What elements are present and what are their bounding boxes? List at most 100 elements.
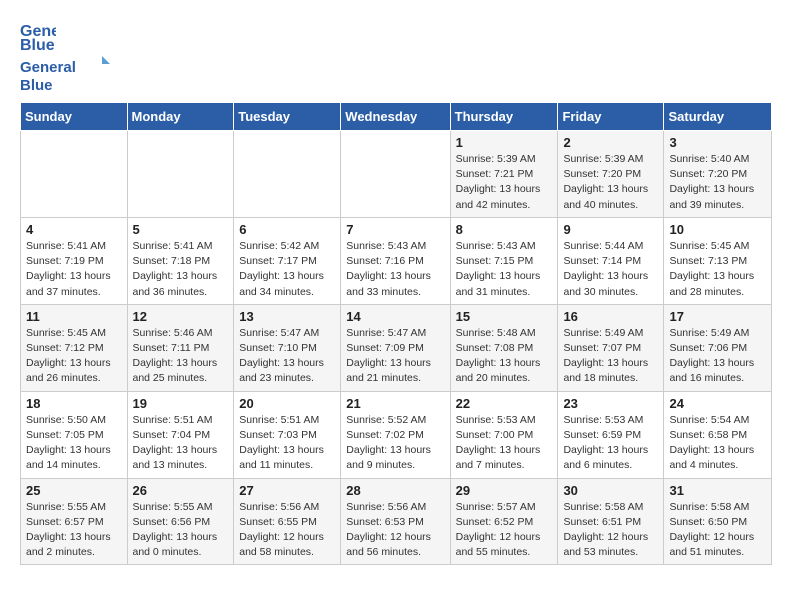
day-number: 26 (133, 483, 229, 498)
day-cell: 3 Sunrise: 5:40 AM Sunset: 7:20 PM Daylig… (664, 131, 772, 218)
col-header-tuesday: Tuesday (234, 103, 341, 131)
day-number: 6 (239, 222, 335, 237)
day-cell: 21Sunrise: 5:52 AM Sunset: 7:02 PM Dayli… (341, 391, 450, 478)
day-number: 20 (239, 396, 335, 411)
day-cell: 26 Sunrise: 5:55 AM Sunset: 6:56 PM Dayli… (127, 478, 234, 565)
day-info: Sunrise: 5:55 AM Sunset: 6:57 PM Dayligh… (26, 500, 122, 561)
day-cell: 8Sunrise: 5:43 AM Sunset: 7:15 PM Daylig… (450, 217, 558, 304)
day-cell: 31Sunrise: 5:58 AM Sunset: 6:50 PM Dayli… (664, 478, 772, 565)
day-cell: 23Sunrise: 5:53 AM Sunset: 6:59 PM Dayli… (558, 391, 664, 478)
day-info: Sunrise: 5:49 AM Sunset: 7:07 PM Dayligh… (563, 326, 658, 387)
day-number: 3 (669, 135, 766, 150)
day-info: Sunrise: 5:58 AM Sunset: 6:51 PM Dayligh… (563, 500, 658, 561)
col-header-saturday: Saturday (664, 103, 772, 131)
day-cell: 19 Sunrise: 5:51 AM Sunset: 7:04 PM Dayli… (127, 391, 234, 478)
day-number: 16 (563, 309, 658, 324)
day-number: 31 (669, 483, 766, 498)
logo: General Blue General Blue (20, 16, 110, 96)
day-info: Sunrise: 5:43 AM Sunset: 7:16 PM Dayligh… (346, 239, 444, 300)
day-info: Sunrise: 5:43 AM Sunset: 7:15 PM Dayligh… (456, 239, 553, 300)
day-info: Sunrise: 5:45 AM Sunset: 7:13 PM Dayligh… (669, 239, 766, 300)
day-number: 30 (563, 483, 658, 498)
day-number: 11 (26, 309, 122, 324)
day-cell: 28 Sunrise: 5:56 AM Sunset: 6:53 PM Dayli… (341, 478, 450, 565)
day-info: Sunrise: 5:46 AM Sunset: 7:11 PM Dayligh… (133, 326, 229, 387)
day-info: Sunrise: 5:42 AM Sunset: 7:17 PM Dayligh… (239, 239, 335, 300)
day-info: Sunrise: 5:47 AM Sunset: 7:10 PM Dayligh… (239, 326, 335, 387)
day-info: Sunrise: 5:56 AM Sunset: 6:53 PM Dayligh… (346, 500, 444, 561)
day-number: 22 (456, 396, 553, 411)
week-row-4: 18Sunrise: 5:50 AM Sunset: 7:05 PM Dayli… (21, 391, 772, 478)
day-info: Sunrise: 5:57 AM Sunset: 6:52 PM Dayligh… (456, 500, 553, 561)
day-info: Sunrise: 5:56 AM Sunset: 6:55 PM Dayligh… (239, 500, 335, 561)
day-info: Sunrise: 5:51 AM Sunset: 7:04 PM Dayligh… (133, 413, 229, 474)
day-cell: 16 Sunrise: 5:49 AM Sunset: 7:07 PM Dayli… (558, 304, 664, 391)
header-row: SundayMondayTuesdayWednesdayThursdayFrid… (21, 103, 772, 131)
day-number: 23 (563, 396, 658, 411)
day-info: Sunrise: 5:48 AM Sunset: 7:08 PM Dayligh… (456, 326, 553, 387)
svg-text:General: General (20, 59, 76, 76)
day-number: 18 (26, 396, 122, 411)
day-cell: 9 Sunrise: 5:44 AM Sunset: 7:14 PM Daylig… (558, 217, 664, 304)
day-number: 19 (133, 396, 229, 411)
week-row-3: 11 Sunrise: 5:45 AM Sunset: 7:12 PM Dayli… (21, 304, 772, 391)
day-info: Sunrise: 5:40 AM Sunset: 7:20 PM Dayligh… (669, 152, 766, 213)
day-number: 15 (456, 309, 553, 324)
day-number: 28 (346, 483, 444, 498)
day-cell: 10Sunrise: 5:45 AM Sunset: 7:13 PM Dayli… (664, 217, 772, 304)
day-cell: 6 Sunrise: 5:42 AM Sunset: 7:17 PM Daylig… (234, 217, 341, 304)
col-header-thursday: Thursday (450, 103, 558, 131)
day-number: 24 (669, 396, 766, 411)
week-row-5: 25Sunrise: 5:55 AM Sunset: 6:57 PM Dayli… (21, 478, 772, 565)
day-info: Sunrise: 5:41 AM Sunset: 7:19 PM Dayligh… (26, 239, 122, 300)
day-cell (21, 131, 128, 218)
day-number: 5 (133, 222, 229, 237)
logo-full: General Blue (20, 54, 110, 96)
day-cell (234, 131, 341, 218)
page: General Blue General Blue Sund (0, 0, 792, 575)
week-row-2: 4 Sunrise: 5:41 AM Sunset: 7:19 PM Daylig… (21, 217, 772, 304)
day-info: Sunrise: 5:55 AM Sunset: 6:56 PM Dayligh… (133, 500, 229, 561)
week-row-1: 1Sunrise: 5:39 AM Sunset: 7:21 PM Daylig… (21, 131, 772, 218)
logo-icon: General Blue (20, 16, 56, 52)
day-number: 12 (133, 309, 229, 324)
day-number: 9 (563, 222, 658, 237)
svg-text:Blue: Blue (20, 77, 53, 94)
day-cell: 14 Sunrise: 5:47 AM Sunset: 7:09 PM Dayli… (341, 304, 450, 391)
col-header-sunday: Sunday (21, 103, 128, 131)
day-cell: 22 Sunrise: 5:53 AM Sunset: 7:00 PM Dayli… (450, 391, 558, 478)
day-cell: 25Sunrise: 5:55 AM Sunset: 6:57 PM Dayli… (21, 478, 128, 565)
day-info: Sunrise: 5:47 AM Sunset: 7:09 PM Dayligh… (346, 326, 444, 387)
day-number: 13 (239, 309, 335, 324)
day-info: Sunrise: 5:54 AM Sunset: 6:58 PM Dayligh… (669, 413, 766, 474)
day-number: 4 (26, 222, 122, 237)
day-cell: 5 Sunrise: 5:41 AM Sunset: 7:18 PM Daylig… (127, 217, 234, 304)
day-cell: 27Sunrise: 5:56 AM Sunset: 6:55 PM Dayli… (234, 478, 341, 565)
day-cell: 13 Sunrise: 5:47 AM Sunset: 7:10 PM Dayli… (234, 304, 341, 391)
day-cell: 20 Sunrise: 5:51 AM Sunset: 7:03 PM Dayli… (234, 391, 341, 478)
day-cell: 2 Sunrise: 5:39 AM Sunset: 7:20 PM Daylig… (558, 131, 664, 218)
day-info: Sunrise: 5:44 AM Sunset: 7:14 PM Dayligh… (563, 239, 658, 300)
day-number: 2 (563, 135, 658, 150)
day-cell: 18Sunrise: 5:50 AM Sunset: 7:05 PM Dayli… (21, 391, 128, 478)
col-header-monday: Monday (127, 103, 234, 131)
day-cell (127, 131, 234, 218)
day-info: Sunrise: 5:49 AM Sunset: 7:06 PM Dayligh… (669, 326, 766, 387)
day-info: Sunrise: 5:41 AM Sunset: 7:18 PM Dayligh… (133, 239, 229, 300)
day-info: Sunrise: 5:53 AM Sunset: 7:00 PM Dayligh… (456, 413, 553, 474)
day-number: 14 (346, 309, 444, 324)
day-cell: 4 Sunrise: 5:41 AM Sunset: 7:19 PM Daylig… (21, 217, 128, 304)
day-cell (341, 131, 450, 218)
day-info: Sunrise: 5:39 AM Sunset: 7:21 PM Dayligh… (456, 152, 553, 213)
day-cell: 17 Sunrise: 5:49 AM Sunset: 7:06 PM Dayli… (664, 304, 772, 391)
day-info: Sunrise: 5:45 AM Sunset: 7:12 PM Dayligh… (26, 326, 122, 387)
day-number: 7 (346, 222, 444, 237)
day-number: 17 (669, 309, 766, 324)
calendar-body: 1Sunrise: 5:39 AM Sunset: 7:21 PM Daylig… (21, 131, 772, 565)
calendar-table: SundayMondayTuesdayWednesdayThursdayFrid… (20, 102, 772, 565)
calendar-header: SundayMondayTuesdayWednesdayThursdayFrid… (21, 103, 772, 131)
day-number: 21 (346, 396, 444, 411)
day-info: Sunrise: 5:51 AM Sunset: 7:03 PM Dayligh… (239, 413, 335, 474)
day-info: Sunrise: 5:39 AM Sunset: 7:20 PM Dayligh… (563, 152, 658, 213)
col-header-wednesday: Wednesday (341, 103, 450, 131)
